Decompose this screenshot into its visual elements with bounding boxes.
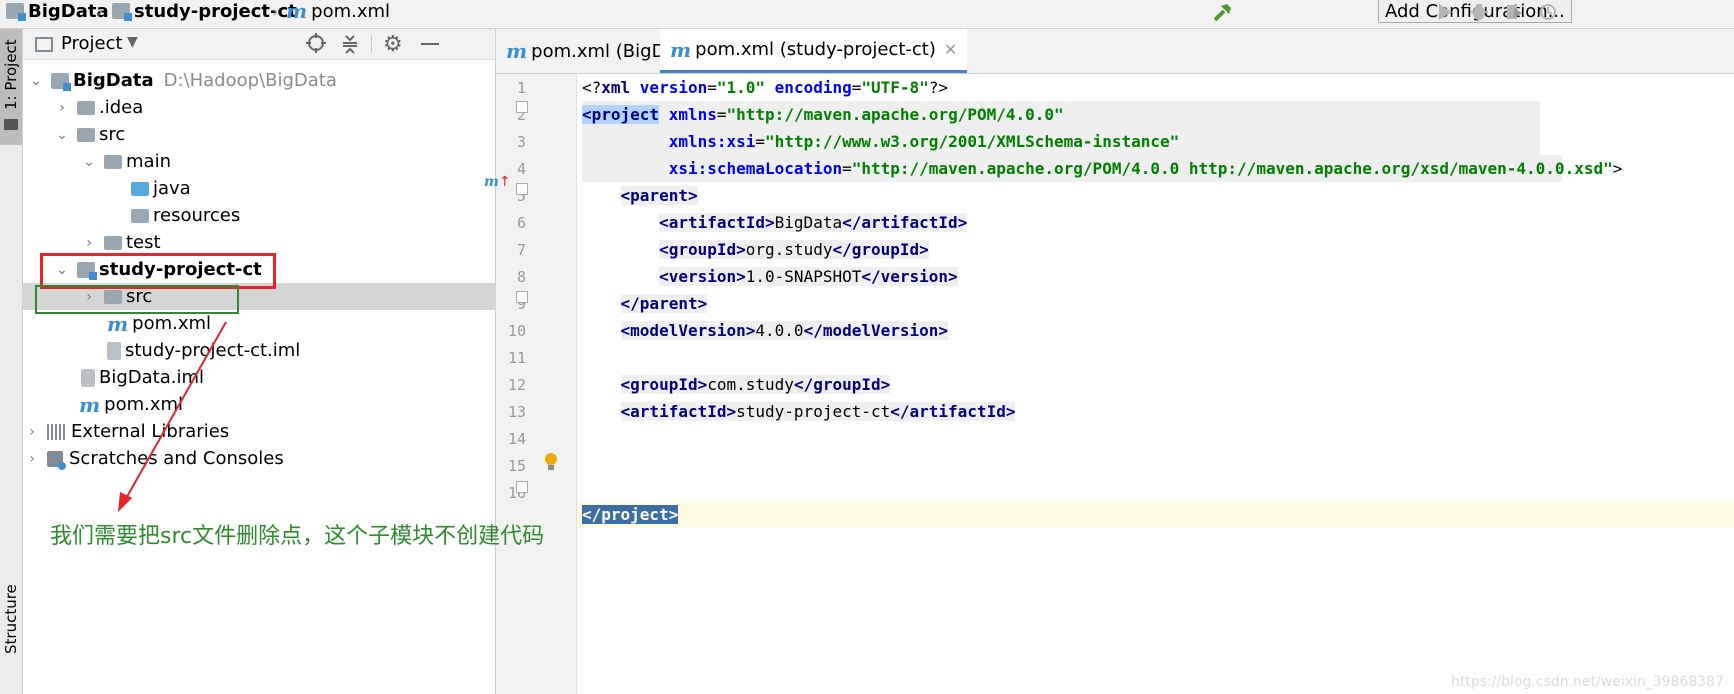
code-line-7[interactable]: <groupId>org.study</groupId> [582, 236, 929, 263]
chevron-down-icon[interactable]: ⌄ [29, 73, 43, 89]
resources-folder-icon [131, 208, 149, 223]
locate-file-icon[interactable] [305, 32, 327, 58]
build-hammer-icon[interactable] [1210, 0, 1236, 24]
coverage-icon[interactable] [1501, 0, 1527, 24]
scratches-icon [47, 450, 66, 470]
fold-marker-icon[interactable] [516, 183, 528, 195]
tree-item-test[interactable]: › test [23, 229, 554, 256]
code-line-5[interactable]: <parent> [582, 182, 698, 209]
line-number: 8 [516, 268, 526, 286]
header-divider [371, 35, 372, 53]
project-panel: Project ▼ ⚙ ⌄ BigData D:\Hadoop\BigData ›… [23, 29, 554, 694]
panel-window-icon [35, 37, 53, 52]
folder-icon [104, 154, 122, 169]
code-line-1[interactable]: <?xml version="1.0" encoding="UTF-8"?> [582, 74, 948, 101]
code-line-10[interactable]: <modelVersion>4.0.0</modelVersion> [582, 317, 949, 344]
folder-icon [77, 100, 95, 115]
line-number: 14 [507, 430, 526, 448]
code-line-13[interactable]: <artifactId>study-project-ct</artifactId… [582, 398, 1016, 425]
code-line-6[interactable]: <artifactId>BigData</artifactId> [582, 209, 968, 236]
code-line-12[interactable]: <groupId>com.study</groupId> [582, 371, 891, 398]
left-tool-strip: 1: Project Structure [0, 29, 23, 694]
module-icon [6, 3, 26, 21]
line-number: 11 [507, 349, 526, 367]
line-number: 7 [516, 241, 526, 259]
debug-icon[interactable] [1466, 0, 1492, 24]
tree-item-scratches[interactable]: › Scratches and Consoles [23, 445, 497, 472]
line-number: 6 [516, 214, 526, 232]
gear-icon[interactable]: ⚙ [383, 32, 403, 57]
code-line-4[interactable]: xsi:schemaLocation="http://maven.apache.… [582, 155, 1622, 182]
breadcrumb-module[interactable]: study-project-ct [112, 0, 297, 22]
chevron-right-icon[interactable]: › [25, 451, 39, 467]
watermark-text: https://blog.csdn.net/weixin_39868387 [1450, 674, 1724, 690]
source-folder-icon [131, 181, 149, 196]
current-line-highlight [496, 501, 1734, 528]
overrides-marker-icon[interactable]: m↑ [484, 174, 511, 190]
tree-item-external-libraries[interactable]: › External Libraries [23, 418, 497, 445]
line-number: 10 [507, 322, 526, 340]
editor-tabs: m pom.xml (BigData)✕ m pom.xml (study-pr… [496, 29, 1734, 74]
tree-item-idea[interactable]: › .idea [23, 94, 527, 121]
project-panel-header: Project ▼ ⚙ [23, 29, 495, 60]
code-line-8[interactable]: <version>1.0-SNAPSHOT</version> [582, 263, 958, 290]
lightbulb-icon[interactable] [543, 452, 559, 476]
tab-pom-study-project-ct[interactable]: m pom.xml (study-project-ct) ✕ [660, 29, 968, 73]
module-icon [112, 3, 132, 21]
chevron-right-icon[interactable]: › [25, 424, 39, 440]
project-tool-tab[interactable]: 1: Project [0, 35, 22, 115]
tree-item-main[interactable]: ⌄ main [23, 148, 554, 175]
code-line-3[interactable]: xmlns:xsi="http://www.w3.org/2001/XMLSch… [582, 128, 1540, 155]
close-icon[interactable]: ✕ [944, 40, 957, 59]
line-number: 1 [516, 79, 526, 97]
breadcrumb-file[interactable]: m pom.xml [286, 0, 390, 23]
breadcrumb-separator-icon: › [272, 1, 279, 21]
folder-icon [104, 235, 122, 250]
tree-item-root-pom[interactable]: m pom.xml [23, 391, 551, 418]
tree-item-bigdata[interactable]: ⌄ BigData D:\Hadoop\BigData [23, 67, 501, 94]
chevron-down-icon[interactable]: ⌄ [55, 127, 69, 143]
annotation-text: 我们需要把src文件删除点，这个子模块不创建代码 [50, 524, 545, 549]
line-number: 15 [507, 457, 526, 475]
folder-icon [77, 127, 95, 142]
breadcrumb-separator-icon: › [97, 1, 104, 21]
chevron-down-icon[interactable]: ⌄ [82, 154, 96, 170]
navigation-bar: BigData › study-project-ct › m pom.xml Ad… [0, 0, 1734, 29]
red-highlight-box [40, 253, 276, 289]
line-number: 13 [507, 403, 526, 421]
hide-panel-icon[interactable] [421, 43, 439, 45]
run-icon[interactable] [1434, 0, 1456, 24]
iml-file-icon [81, 368, 95, 387]
chevron-down-icon[interactable]: ▼ [127, 34, 138, 50]
chevron-right-icon[interactable]: › [55, 100, 69, 116]
maven-icon: m [107, 311, 129, 336]
fold-marker-icon[interactable] [516, 101, 528, 113]
code-line-16[interactable]: </project> [582, 501, 679, 528]
maven-icon: m [506, 39, 528, 63]
structure-tool-tab[interactable]: Structure [0, 569, 22, 669]
code-line-2[interactable]: <project xmlns="http://maven.apache.org/… [582, 101, 1540, 128]
line-number: 3 [516, 133, 526, 151]
tree-item-src[interactable]: ⌄ src [23, 121, 527, 148]
library-icon [47, 423, 65, 440]
breadcrumb-project[interactable]: BigData [6, 0, 109, 22]
chevron-right-icon[interactable]: › [82, 235, 96, 251]
collapse-all-icon[interactable] [339, 33, 361, 59]
maven-icon: m [286, 0, 308, 23]
iml-file-icon [107, 341, 121, 360]
project-view-selector[interactable]: Project [61, 33, 123, 54]
fold-marker-icon[interactable] [516, 481, 528, 493]
line-number: 12 [507, 376, 526, 394]
module-icon [51, 72, 71, 91]
green-highlight-box [35, 285, 239, 314]
code-line-9[interactable]: </parent> [582, 290, 708, 317]
tree-item-root-iml[interactable]: BigData.iml [23, 364, 553, 391]
profiler-icon[interactable] [1536, 0, 1562, 24]
maven-icon: m [79, 392, 101, 417]
maven-icon: m [670, 37, 692, 62]
folder-icon [4, 119, 18, 130]
fold-marker-icon[interactable] [516, 291, 528, 303]
editor-area: m pom.xml (BigData)✕ m pom.xml (study-pr… [484, 29, 1734, 694]
